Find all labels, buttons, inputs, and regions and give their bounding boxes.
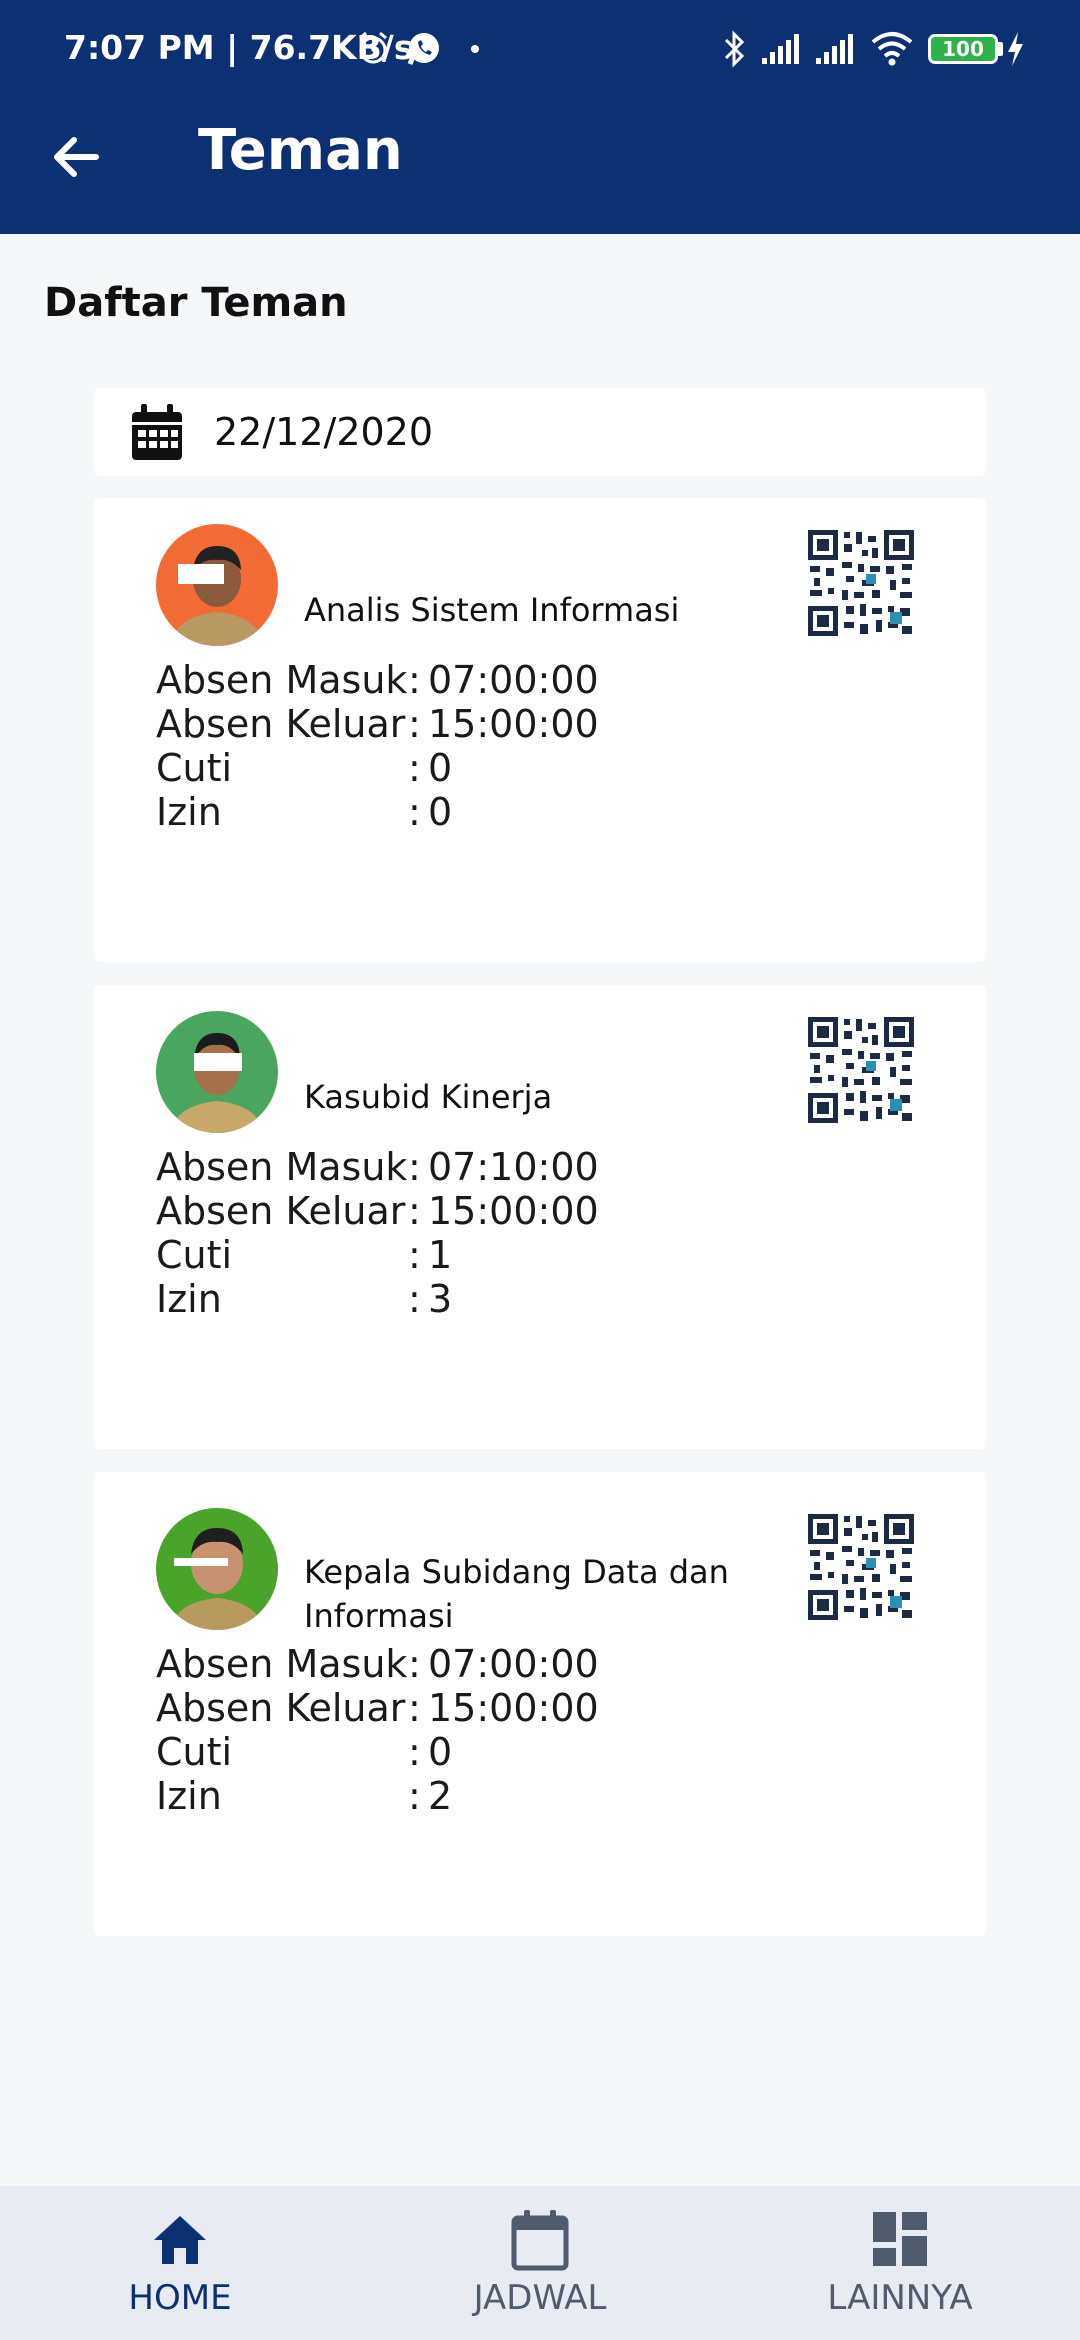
status-bar: 7:07 PM | 76.7KB/s 100 <box>0 0 1080 100</box>
friend-card[interactable]: Kepala Subidang Data dan Informasi Absen… <box>94 1472 986 1936</box>
qr-code-icon[interactable] <box>806 528 916 638</box>
separator: : <box>408 658 421 702</box>
separator: : <box>408 1774 421 1818</box>
dashboard-icon <box>873 2212 927 2266</box>
friend-role: Kasubid Kinerja <box>304 1078 553 1116</box>
value-izin: 2 <box>428 1774 453 1818</box>
separator: : <box>408 1233 421 1277</box>
value-izin: 0 <box>428 790 453 834</box>
friend-role: Kepala Subidang Data dan Informasi <box>304 1553 729 1635</box>
label-absen-masuk: Absen Masuk <box>156 1145 408 1189</box>
qr-code-icon[interactable] <box>806 1512 916 1622</box>
nav-lainnya[interactable]: LAINNYA <box>780 2186 1020 2340</box>
value-cuti: 1 <box>428 1233 453 1277</box>
avatar-photo <box>156 1508 278 1630</box>
value-izin: 3 <box>428 1277 453 1321</box>
separator: : <box>408 746 421 790</box>
value-cuti: 0 <box>428 1730 453 1774</box>
separator: : <box>408 1686 421 1730</box>
avatar <box>156 1011 278 1133</box>
label-cuti: Cuti <box>156 1233 233 1277</box>
calendar-icon <box>132 404 182 460</box>
signal-icon-2 <box>816 34 853 64</box>
nav-jadwal[interactable]: JADWAL <box>420 2186 660 2340</box>
value-cuti: 0 <box>428 746 453 790</box>
signal-icon <box>762 34 799 64</box>
value-absen-masuk: 07:00:00 <box>428 658 599 702</box>
avatar <box>156 1508 278 1630</box>
separator: : <box>408 1642 421 1686</box>
friend-card[interactable]: Analis Sistem Informasi Absen Masuk:07:0… <box>94 498 986 962</box>
nav-home[interactable]: HOME <box>60 2186 300 2340</box>
app-title: Teman <box>198 118 403 183</box>
app-header: 7:07 PM | 76.7KB/s 100 Teman <box>0 0 1080 234</box>
bluetooth-icon <box>724 30 745 68</box>
avatar-photo <box>156 524 278 646</box>
separator: : <box>408 1730 421 1774</box>
whatsapp-icon <box>407 33 439 65</box>
label-izin: Izin <box>156 1277 222 1321</box>
avatar <box>156 524 278 646</box>
label-absen-masuk: Absen Masuk <box>156 1642 408 1686</box>
nav-label-home: HOME <box>128 2278 232 2318</box>
battery-icon: 100 <box>928 34 998 64</box>
label-cuti: Cuti <box>156 1730 233 1774</box>
value-absen-keluar: 15:00:00 <box>428 1686 599 1730</box>
value-absen-keluar: 15:00:00 <box>428 702 599 746</box>
separator: : <box>408 702 421 746</box>
separator: : <box>408 1189 421 1233</box>
label-absen-keluar: Absen Keluar <box>156 702 406 746</box>
battery-cap <box>998 42 1003 56</box>
wifi-icon <box>871 32 913 66</box>
separator: : <box>408 1277 421 1321</box>
date-value: 22/12/2020 <box>214 410 434 454</box>
label-absen-masuk: Absen Masuk <box>156 658 408 702</box>
page-title: Daftar Teman <box>44 280 348 326</box>
date-picker-field[interactable]: 22/12/2020 <box>94 388 986 476</box>
qr-code-icon[interactable] <box>806 1015 916 1125</box>
label-cuti: Cuti <box>156 746 233 790</box>
bottom-navigation: HOME JADWAL LAINNYA <box>0 2186 1080 2340</box>
back-button[interactable] <box>46 126 108 188</box>
dot-icon <box>471 45 479 53</box>
friend-role: Analis Sistem Informasi <box>304 591 680 629</box>
value-absen-keluar: 15:00:00 <box>428 1189 599 1233</box>
friend-card[interactable]: Kasubid Kinerja Absen Masuk:07:10:00 Abs… <box>94 985 986 1449</box>
alarm-icon <box>359 31 387 64</box>
label-absen-keluar: Absen Keluar <box>156 1686 406 1730</box>
value-absen-masuk: 07:00:00 <box>428 1642 599 1686</box>
label-izin: Izin <box>156 1774 222 1818</box>
avatar-photo <box>156 1011 278 1133</box>
charging-icon <box>1008 32 1023 66</box>
battery-level: 100 <box>942 37 984 61</box>
calendar-icon <box>511 2210 569 2271</box>
label-izin: Izin <box>156 790 222 834</box>
home-icon <box>154 2216 206 2264</box>
nav-label-jadwal: JADWAL <box>473 2278 607 2318</box>
nav-label-lainnya: LAINNYA <box>827 2278 973 2318</box>
value-absen-masuk: 07:10:00 <box>428 1145 599 1189</box>
label-absen-keluar: Absen Keluar <box>156 1189 406 1233</box>
separator: : <box>408 790 421 834</box>
separator: : <box>408 1145 421 1189</box>
